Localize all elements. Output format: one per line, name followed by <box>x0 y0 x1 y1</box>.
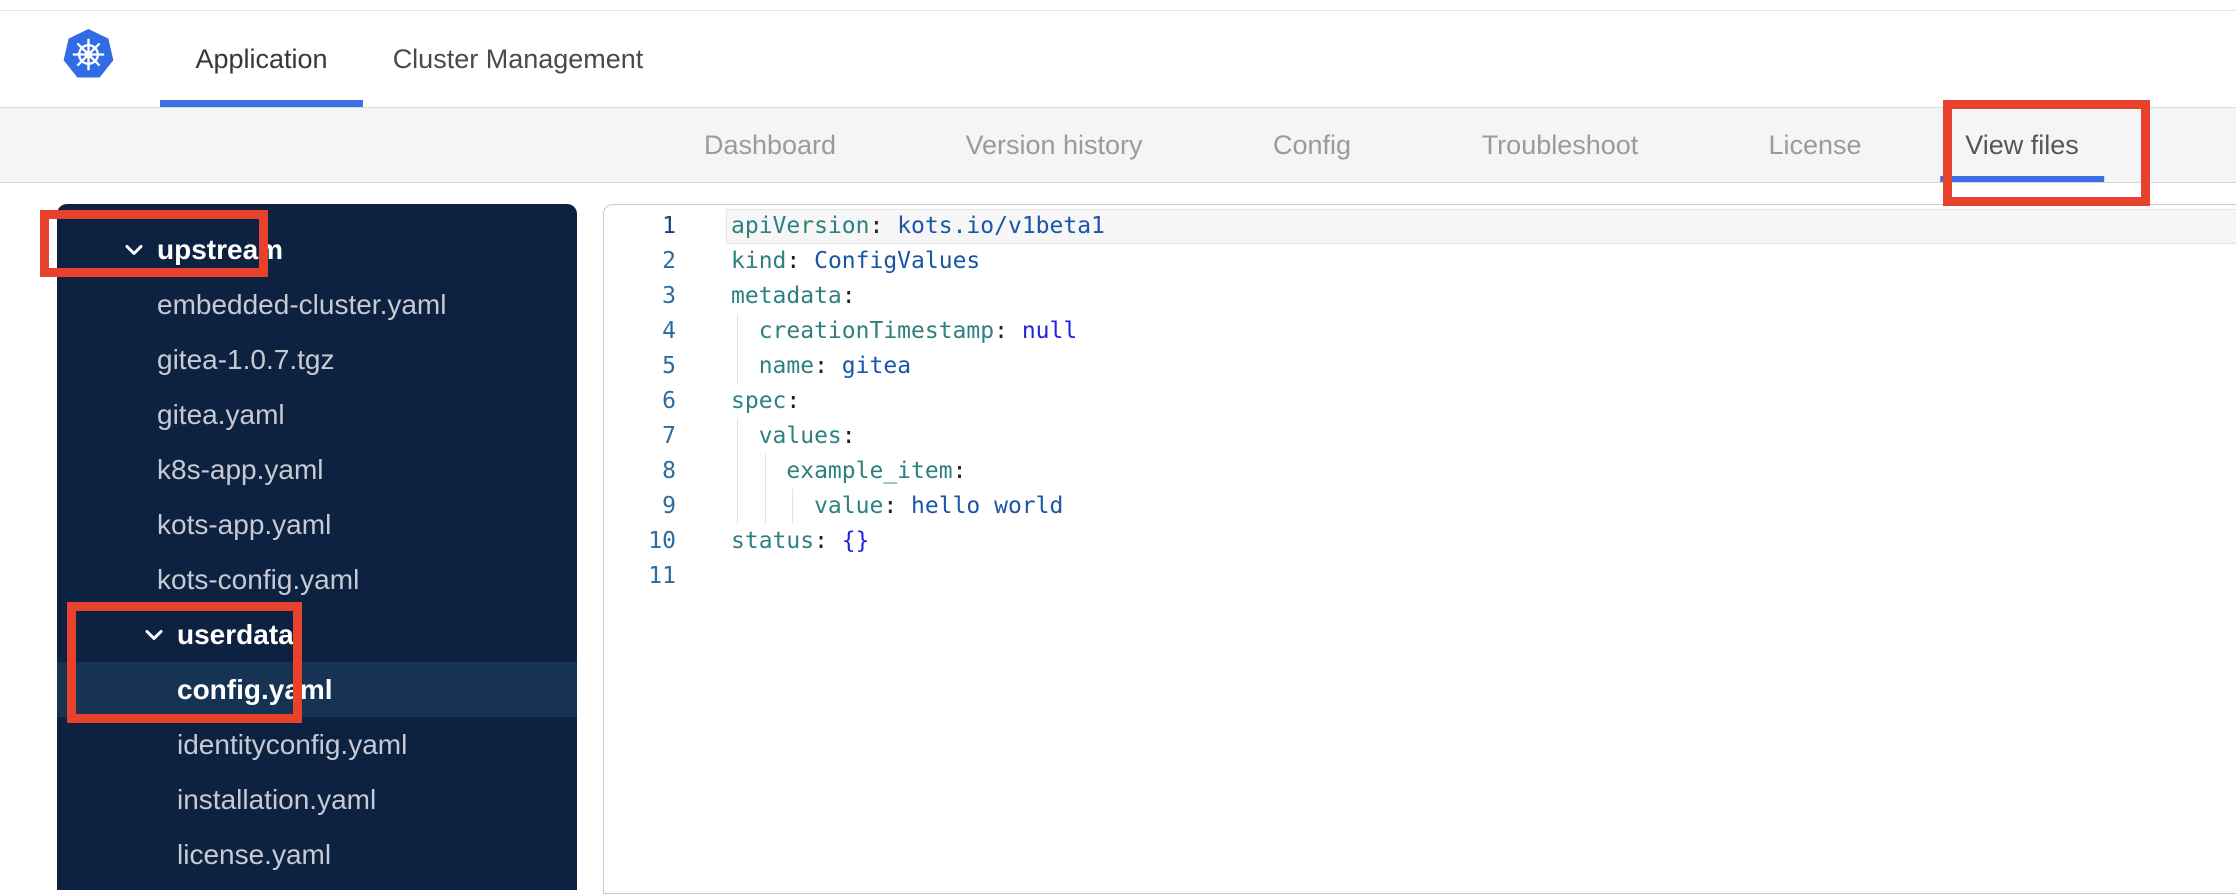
subnav-tab-label: License <box>1768 129 1862 160</box>
file-name: kots-app.yaml <box>157 508 332 540</box>
code-text: spec: <box>731 388 801 414</box>
code-text: values: <box>676 419 2236 454</box>
file-name: installation.yaml <box>177 783 377 815</box>
code-text: kind: ConfigValues <box>731 248 981 274</box>
file-tree-item-identityconfig-yaml[interactable]: identityconfig.yaml <box>57 717 577 772</box>
active-subtab-underline <box>1940 176 2104 182</box>
line-number: 5 <box>662 353 676 379</box>
code-text: name: gitea <box>676 349 2236 384</box>
file-name: config.yaml <box>177 673 333 705</box>
code-text: apiVersion: kots.io/v1beta1 <box>676 209 2236 244</box>
file-tree-item-kots-config-yaml[interactable]: kots-config.yaml <box>57 552 577 607</box>
line-number: 1 <box>662 213 676 239</box>
file-name: k8s-app.yaml <box>157 453 324 485</box>
line-number: 3 <box>662 283 676 309</box>
line-number: 6 <box>662 388 676 414</box>
subnav-tab-view-files[interactable]: View files <box>1940 108 2104 182</box>
line-number: 4 <box>662 318 676 344</box>
line-number: 10 <box>648 528 676 554</box>
code-line: 10 status: {} <box>604 524 2236 559</box>
file-tree-item-embedded-cluster-yaml[interactable]: embedded-cluster.yaml <box>57 277 577 332</box>
code-line: 3 metadata: <box>604 279 2236 314</box>
subnav-tab-label: Version history <box>965 129 1143 160</box>
folder-name: upstream <box>157 233 284 265</box>
code-line: 8 example_item: <box>604 454 2236 489</box>
line-number: 8 <box>662 458 676 484</box>
line-number: 9 <box>662 493 676 519</box>
code-line: 11 <box>604 559 2236 594</box>
tab-label: Application <box>195 43 328 74</box>
code-text: status: {} <box>731 528 870 554</box>
tab-cluster-management[interactable]: Cluster Management <box>388 11 648 107</box>
file-name: gitea-1.0.7.tgz <box>157 343 335 375</box>
file-tree-item-k8s-app-yaml[interactable]: k8s-app.yaml <box>57 442 577 497</box>
code-line: 5 name: gitea <box>604 349 2236 384</box>
folder-name: userdata <box>177 618 294 650</box>
line-number: 7 <box>662 423 676 449</box>
window-top-divider <box>0 10 2236 11</box>
tab-label: Cluster Management <box>392 43 644 74</box>
tab-application[interactable]: Application <box>160 11 363 107</box>
code-text: metadata: <box>731 283 856 309</box>
code-text: creationTimestamp: null <box>676 314 2236 349</box>
subnav-tab-label: Dashboard <box>703 129 837 160</box>
subnav-tab-label: Troubleshoot <box>1481 129 1639 160</box>
subnav-tab-config[interactable]: Config <box>1273 108 1351 182</box>
subnav-tab-version-history[interactable]: Version history <box>965 108 1142 182</box>
line-number: 2 <box>662 248 676 274</box>
app-subnav: Dashboard Version history Config Troublesho… <box>0 108 2236 183</box>
active-tab-underline <box>160 100 363 107</box>
file-tree-item-gitea-yaml[interactable]: gitea.yaml <box>57 387 577 442</box>
top-navbar: Application Cluster Management <box>0 0 2236 108</box>
file-name: kots-config.yaml <box>157 563 360 595</box>
file-name: embedded-cluster.yaml <box>157 288 447 320</box>
file-name: identityconfig.yaml <box>177 728 408 760</box>
subnav-tab-license[interactable]: License <box>1768 108 1861 182</box>
file-tree-item-license-yaml[interactable]: license.yaml <box>57 827 577 882</box>
chevron-down-icon <box>144 628 164 641</box>
code-line: 2 kind: ConfigValues <box>604 244 2236 279</box>
file-tree-item-gitea-1-0-7-tgz[interactable]: gitea-1.0.7.tgz <box>57 332 577 387</box>
code-line: 9 value: hello world <box>604 489 2236 524</box>
chevron-down-icon <box>124 243 144 256</box>
file-tree-sidebar: upstream embedded-cluster.yaml gitea-1.0.7… <box>57 204 577 890</box>
code-line: 6 spec: <box>604 384 2236 419</box>
file-name: license.yaml <box>177 838 332 870</box>
code-line: 1 apiVersion: kots.io/v1beta1 <box>604 209 2236 244</box>
kubernetes-logo <box>63 28 114 78</box>
code-text: value: hello world <box>676 489 2236 524</box>
code-line: 7 values: <box>604 419 2236 454</box>
file-name: gitea.yaml <box>157 398 285 430</box>
subnav-tab-troubleshoot[interactable]: Troubleshoot <box>1482 108 1639 182</box>
subnav-tab-label: Config <box>1272 129 1352 160</box>
code-text: example_item: <box>676 454 2236 489</box>
file-tree-item-upstream[interactable]: upstream <box>57 222 577 277</box>
line-number: 11 <box>648 563 676 589</box>
file-tree-item-kots-app-yaml[interactable]: kots-app.yaml <box>57 497 577 552</box>
file-tree-item-config-yaml[interactable]: config.yaml <box>57 662 577 717</box>
subnav-tab-label: View files <box>1965 129 2079 160</box>
yaml-file-viewer[interactable]: 1 apiVersion: kots.io/v1beta1 2 kind: Confi… <box>603 204 2236 894</box>
subnav-tab-dashboard[interactable]: Dashboard <box>704 108 836 182</box>
code-line: 4 creationTimestamp: null <box>604 314 2236 349</box>
file-tree-item-userdata[interactable]: userdata <box>57 607 577 662</box>
file-tree-item-installation-yaml[interactable]: installation.yaml <box>57 772 577 827</box>
